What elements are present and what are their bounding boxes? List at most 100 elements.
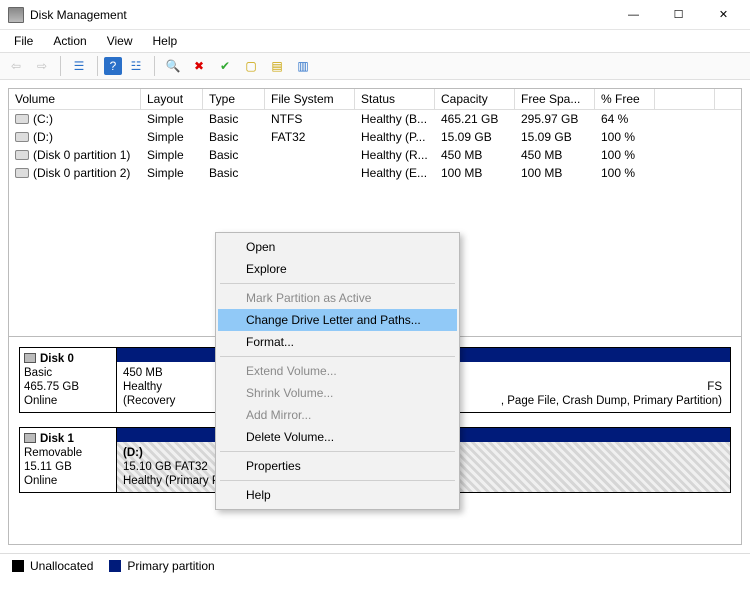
vol-pct: 64 % — [595, 111, 655, 127]
toolbar-new-icon[interactable]: ▢ — [239, 54, 263, 78]
vol-layout: Simple — [141, 147, 203, 163]
volume-icon — [15, 132, 29, 142]
cm-add-mirror[interactable]: Add Mirror... — [218, 404, 457, 426]
cm-delete-volume[interactable]: Delete Volume... — [218, 426, 457, 448]
volume-row[interactable]: (Disk 0 partition 1) Simple Basic Health… — [9, 146, 741, 164]
legend-swatch-blue — [109, 560, 121, 572]
vol-free: 295.97 GB — [515, 111, 595, 127]
vol-status: Healthy (E... — [355, 165, 435, 181]
minimize-button[interactable]: — — [611, 0, 656, 29]
window-controls: — ☐ ✕ — [611, 0, 746, 29]
toolbar-separator — [60, 56, 61, 76]
titlebar: Disk Management — ☐ ✕ — [0, 0, 750, 30]
cm-separator — [220, 283, 455, 284]
col-capacity[interactable]: Capacity — [435, 89, 515, 109]
volume-icon — [15, 168, 29, 178]
vol-status: Healthy (R... — [355, 147, 435, 163]
menu-view[interactable]: View — [97, 32, 143, 50]
toolbar-settings-icon[interactable]: ☳ — [124, 54, 148, 78]
toolbar-list-icon[interactable]: ▥ — [291, 54, 315, 78]
menubar: File Action View Help — [0, 30, 750, 52]
toolbar-show-hide[interactable]: ☰ — [67, 54, 91, 78]
vol-layout: Simple — [141, 111, 203, 127]
vol-layout: Simple — [141, 129, 203, 145]
vol-name: (D:) — [33, 130, 53, 144]
vol-status: Healthy (P... — [355, 129, 435, 145]
vol-name: (C:) — [33, 112, 53, 126]
vol-capacity: 450 MB — [435, 147, 515, 163]
toolbar-separator — [97, 56, 98, 76]
cm-shrink-volume[interactable]: Shrink Volume... — [218, 382, 457, 404]
col-layout[interactable]: Layout — [141, 89, 203, 109]
vol-free: 15.09 GB — [515, 129, 595, 145]
maximize-button[interactable]: ☐ — [656, 0, 701, 29]
help-icon[interactable]: ? — [104, 57, 122, 75]
disk-state: Online — [24, 394, 112, 408]
disk-icon — [24, 353, 36, 363]
close-button[interactable]: ✕ — [701, 0, 746, 29]
cm-change-drive-letter[interactable]: Change Drive Letter and Paths... — [218, 309, 457, 331]
toolbar-edit-icon[interactable]: ▤ — [265, 54, 289, 78]
disk-size: 15.11 GB — [24, 460, 112, 474]
col-filesystem[interactable]: File System — [265, 89, 355, 109]
cm-extend-volume[interactable]: Extend Volume... — [218, 360, 457, 382]
cm-mark-partition-active[interactable]: Mark Partition as Active — [218, 287, 457, 309]
cm-explore[interactable]: Explore — [218, 258, 457, 280]
legend-primary: Primary partition — [109, 558, 214, 573]
vol-status: Healthy (B... — [355, 111, 435, 127]
cm-format[interactable]: Format... — [218, 331, 457, 353]
vol-pct: 100 % — [595, 129, 655, 145]
menu-file[interactable]: File — [4, 32, 43, 50]
menu-action[interactable]: Action — [43, 32, 96, 50]
forward-button[interactable]: ⇨ — [30, 54, 54, 78]
col-pctfree[interactable]: % Free — [595, 89, 655, 109]
cm-properties[interactable]: Properties — [218, 455, 457, 477]
disk-name: Disk 0 — [40, 353, 74, 365]
cm-open[interactable]: Open — [218, 236, 457, 258]
volume-row[interactable]: (Disk 0 partition 2) Simple Basic Health… — [9, 164, 741, 182]
disk-state: Online — [24, 474, 112, 488]
col-volume[interactable]: Volume — [9, 89, 141, 109]
vol-free: 450 MB — [515, 147, 595, 163]
partition-status: Healthy (Recovery — [123, 380, 213, 408]
disk-type: Removable — [24, 446, 112, 460]
column-headers: Volume Layout Type File System Status Ca… — [9, 89, 741, 110]
partition-header — [117, 348, 219, 362]
back-button[interactable]: ⇦ — [4, 54, 28, 78]
disk-label[interactable]: Disk 1 Removable 15.11 GB Online — [19, 427, 117, 493]
partition-size: 450 MB — [123, 366, 213, 380]
vol-capacity: 100 MB — [435, 165, 515, 181]
vol-fs — [265, 165, 355, 181]
disk-label[interactable]: Disk 0 Basic 465.75 GB Online — [19, 347, 117, 413]
menu-help[interactable]: Help — [143, 32, 188, 50]
volume-rows: (C:) Simple Basic NTFS Healthy (B... 465… — [9, 110, 741, 182]
col-freespace[interactable]: Free Spa... — [515, 89, 595, 109]
toolbar: ⇦ ⇨ ☰ ? ☳ 🔍 ✖ ✔ ▢ ▤ ▥ — [0, 52, 750, 80]
legend-unallocated: Unallocated — [12, 558, 93, 573]
vol-type: Basic — [203, 147, 265, 163]
vol-type: Basic — [203, 111, 265, 127]
legend-swatch-black — [12, 560, 24, 572]
col-blank[interactable] — [655, 89, 715, 109]
cm-help[interactable]: Help — [218, 484, 457, 506]
toolbar-check-icon[interactable]: ✔ — [213, 54, 237, 78]
disk-icon — [24, 433, 36, 443]
cm-separator — [220, 480, 455, 481]
vol-pct: 100 % — [595, 147, 655, 163]
legend: Unallocated Primary partition — [0, 553, 750, 577]
vol-pct: 100 % — [595, 165, 655, 181]
disk-type: Basic — [24, 366, 112, 380]
vol-fs — [265, 147, 355, 163]
delete-icon[interactable]: ✖ — [187, 54, 211, 78]
vol-free: 100 MB — [515, 165, 595, 181]
col-status[interactable]: Status — [355, 89, 435, 109]
col-type[interactable]: Type — [203, 89, 265, 109]
volume-row[interactable]: (C:) Simple Basic NTFS Healthy (B... 465… — [9, 110, 741, 128]
volume-row[interactable]: (D:) Simple Basic FAT32 Healthy (P... 15… — [9, 128, 741, 146]
partition-box[interactable]: 450 MB Healthy (Recovery — [117, 348, 220, 412]
vol-fs: FAT32 — [265, 129, 355, 145]
disk-size: 465.75 GB — [24, 380, 112, 394]
vol-layout: Simple — [141, 165, 203, 181]
toolbar-action-icon[interactable]: 🔍 — [161, 54, 185, 78]
vol-type: Basic — [203, 165, 265, 181]
